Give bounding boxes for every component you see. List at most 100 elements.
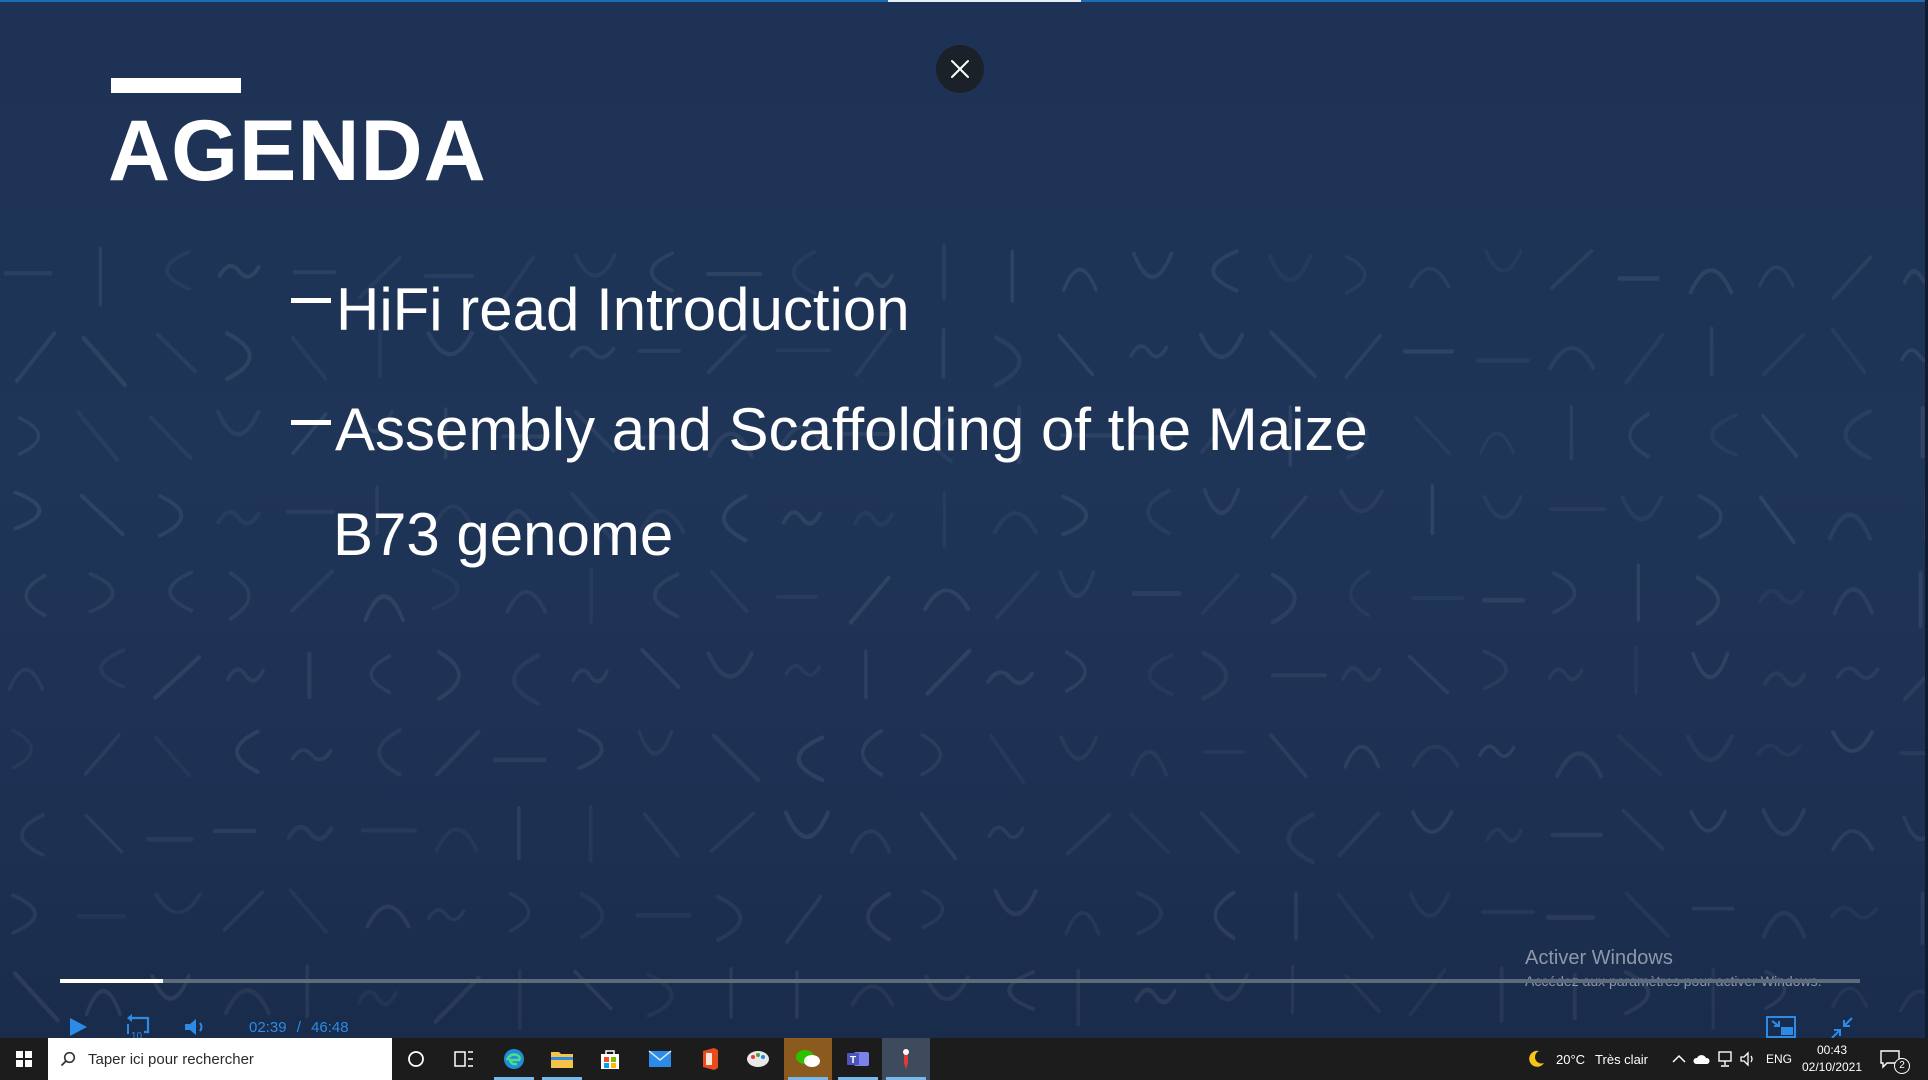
pointer-app-icon (903, 1049, 909, 1069)
onedrive-button[interactable] (1690, 1038, 1712, 1080)
time-separator: / (296, 1019, 301, 1036)
pattern-glyph (18, 416, 40, 456)
pattern-glyph (1485, 827, 1523, 843)
pattern-glyph (165, 250, 191, 291)
pattern-glyph (1146, 488, 1171, 536)
pattern-glyph (1554, 751, 1604, 779)
search-placeholder: Taper ici pour rechercher (88, 1050, 254, 1068)
pattern-glyph (1211, 249, 1239, 293)
pattern-glyph (1408, 968, 1447, 1017)
pattern-glyph (11, 893, 37, 935)
taskbar-pointer-app[interactable] (882, 1038, 930, 1080)
pattern-glyph (1338, 488, 1385, 513)
close-button[interactable] (936, 45, 984, 93)
pattern-glyph (153, 655, 202, 700)
taskbar-mail[interactable] (636, 1038, 684, 1080)
chevron-up-icon (1672, 1054, 1686, 1063)
pattern-glyph (925, 648, 972, 696)
pattern-glyph (11, 728, 33, 770)
taskbar-store[interactable] (586, 1038, 634, 1080)
pattern-glyph (1268, 254, 1313, 282)
pattern-glyph (1065, 813, 1112, 856)
rewind-10-button[interactable]: 10 (124, 1014, 152, 1038)
language-indicator[interactable]: ENG (1766, 1052, 1792, 1066)
pattern-glyph (919, 811, 958, 861)
pattern-glyph (88, 572, 115, 614)
pattern-glyph (1620, 495, 1664, 522)
network-button[interactable] (1714, 1038, 1736, 1080)
start-button[interactable] (0, 1038, 48, 1080)
pattern-glyph (785, 894, 823, 944)
pattern-glyph (1410, 810, 1454, 834)
weather-widget[interactable]: 20°C Très clair (1526, 1038, 1676, 1080)
pattern-glyph (1484, 249, 1523, 273)
pattern-glyph (993, 888, 1038, 916)
pattern-glyph (1685, 734, 1734, 763)
pattern-glyph (1269, 733, 1308, 779)
pattern-glyph (84, 733, 121, 776)
volume-tray-button[interactable] (1736, 1038, 1760, 1080)
close-icon (951, 60, 969, 78)
pattern-glyph (1057, 333, 1095, 377)
play-button[interactable] (66, 1015, 90, 1038)
progress-bar[interactable] (60, 979, 1860, 983)
pattern-glyph (1695, 575, 1720, 626)
pattern-glyph (7, 667, 45, 691)
taskbar-wechat[interactable] (784, 1038, 832, 1080)
pattern-glyph (920, 732, 942, 777)
taskbar-edge[interactable] (490, 1038, 538, 1080)
pattern-glyph (1547, 667, 1584, 682)
pattern-glyph (1763, 671, 1807, 688)
pattern-glyph (1201, 573, 1240, 615)
pattern-glyph (76, 410, 119, 462)
taskbar-office[interactable] (686, 1038, 734, 1080)
clock-time: 00:43 (1816, 1043, 1848, 1057)
activation-watermark: Activer Windows Accédez aux paramètres p… (1525, 946, 1821, 990)
pattern-glyph (573, 253, 617, 278)
pattern-glyph (434, 729, 481, 777)
show-hidden-icons-button[interactable] (1666, 1038, 1692, 1080)
pattern-glyph (431, 568, 460, 611)
pattern-glyph (706, 651, 754, 679)
video-player[interactable]: AGENDA HiFi read Introduction Assembly a… (0, 0, 1928, 1038)
pattern-glyph (1130, 749, 1168, 778)
taskbar-search[interactable]: Taper ici pour rechercher (48, 1038, 392, 1080)
current-time: 02:39 (249, 1019, 287, 1036)
volume-icon (185, 1019, 203, 1035)
pattern-glyph (783, 810, 830, 840)
pattern-glyph (499, 335, 538, 385)
clock[interactable]: 00:43 02/10/2021 (1796, 1042, 1868, 1076)
exit-fullscreen-icon (1831, 1017, 1853, 1038)
total-time: 46:48 (311, 1019, 349, 1036)
weather-description: Très clair (1595, 1051, 1649, 1067)
pattern-glyph (993, 335, 1022, 388)
taskbar-teams[interactable]: T (834, 1038, 882, 1080)
exit-fullscreen-button[interactable] (1830, 1016, 1854, 1038)
taskbar-file-explorer[interactable] (538, 1038, 586, 1080)
pattern-glyph (1061, 494, 1089, 537)
pattern-glyph (154, 735, 192, 778)
pattern-glyph (1344, 333, 1382, 379)
taskbar-paint[interactable] (734, 1038, 782, 1080)
volume-button[interactable] (183, 1016, 209, 1038)
pattern-glyph (571, 668, 609, 684)
pattern-glyph (569, 345, 616, 360)
pattern-glyph (1831, 255, 1873, 300)
pattern-glyph (1337, 811, 1381, 858)
pattern-glyph (1628, 412, 1650, 459)
pattern-glyph (155, 332, 197, 374)
pattern-glyph (849, 829, 892, 854)
pattern-glyph (848, 575, 891, 625)
notification-center-button[interactable]: 2 (1872, 1038, 1910, 1080)
pattern-glyph (225, 331, 252, 382)
pattern-glyph (573, 969, 613, 1011)
task-view-button[interactable] (440, 1038, 488, 1080)
picture-in-picture-icon (1766, 1016, 1796, 1038)
cortana-button[interactable] (392, 1038, 440, 1080)
picture-in-picture-button[interactable] (1766, 1016, 1796, 1038)
pattern-glyph (437, 649, 461, 701)
slide-title: AGENDA (108, 103, 487, 199)
pattern-glyph (1831, 730, 1874, 753)
bullet-dash (291, 298, 331, 303)
top-accent-marker (888, 0, 1081, 2)
